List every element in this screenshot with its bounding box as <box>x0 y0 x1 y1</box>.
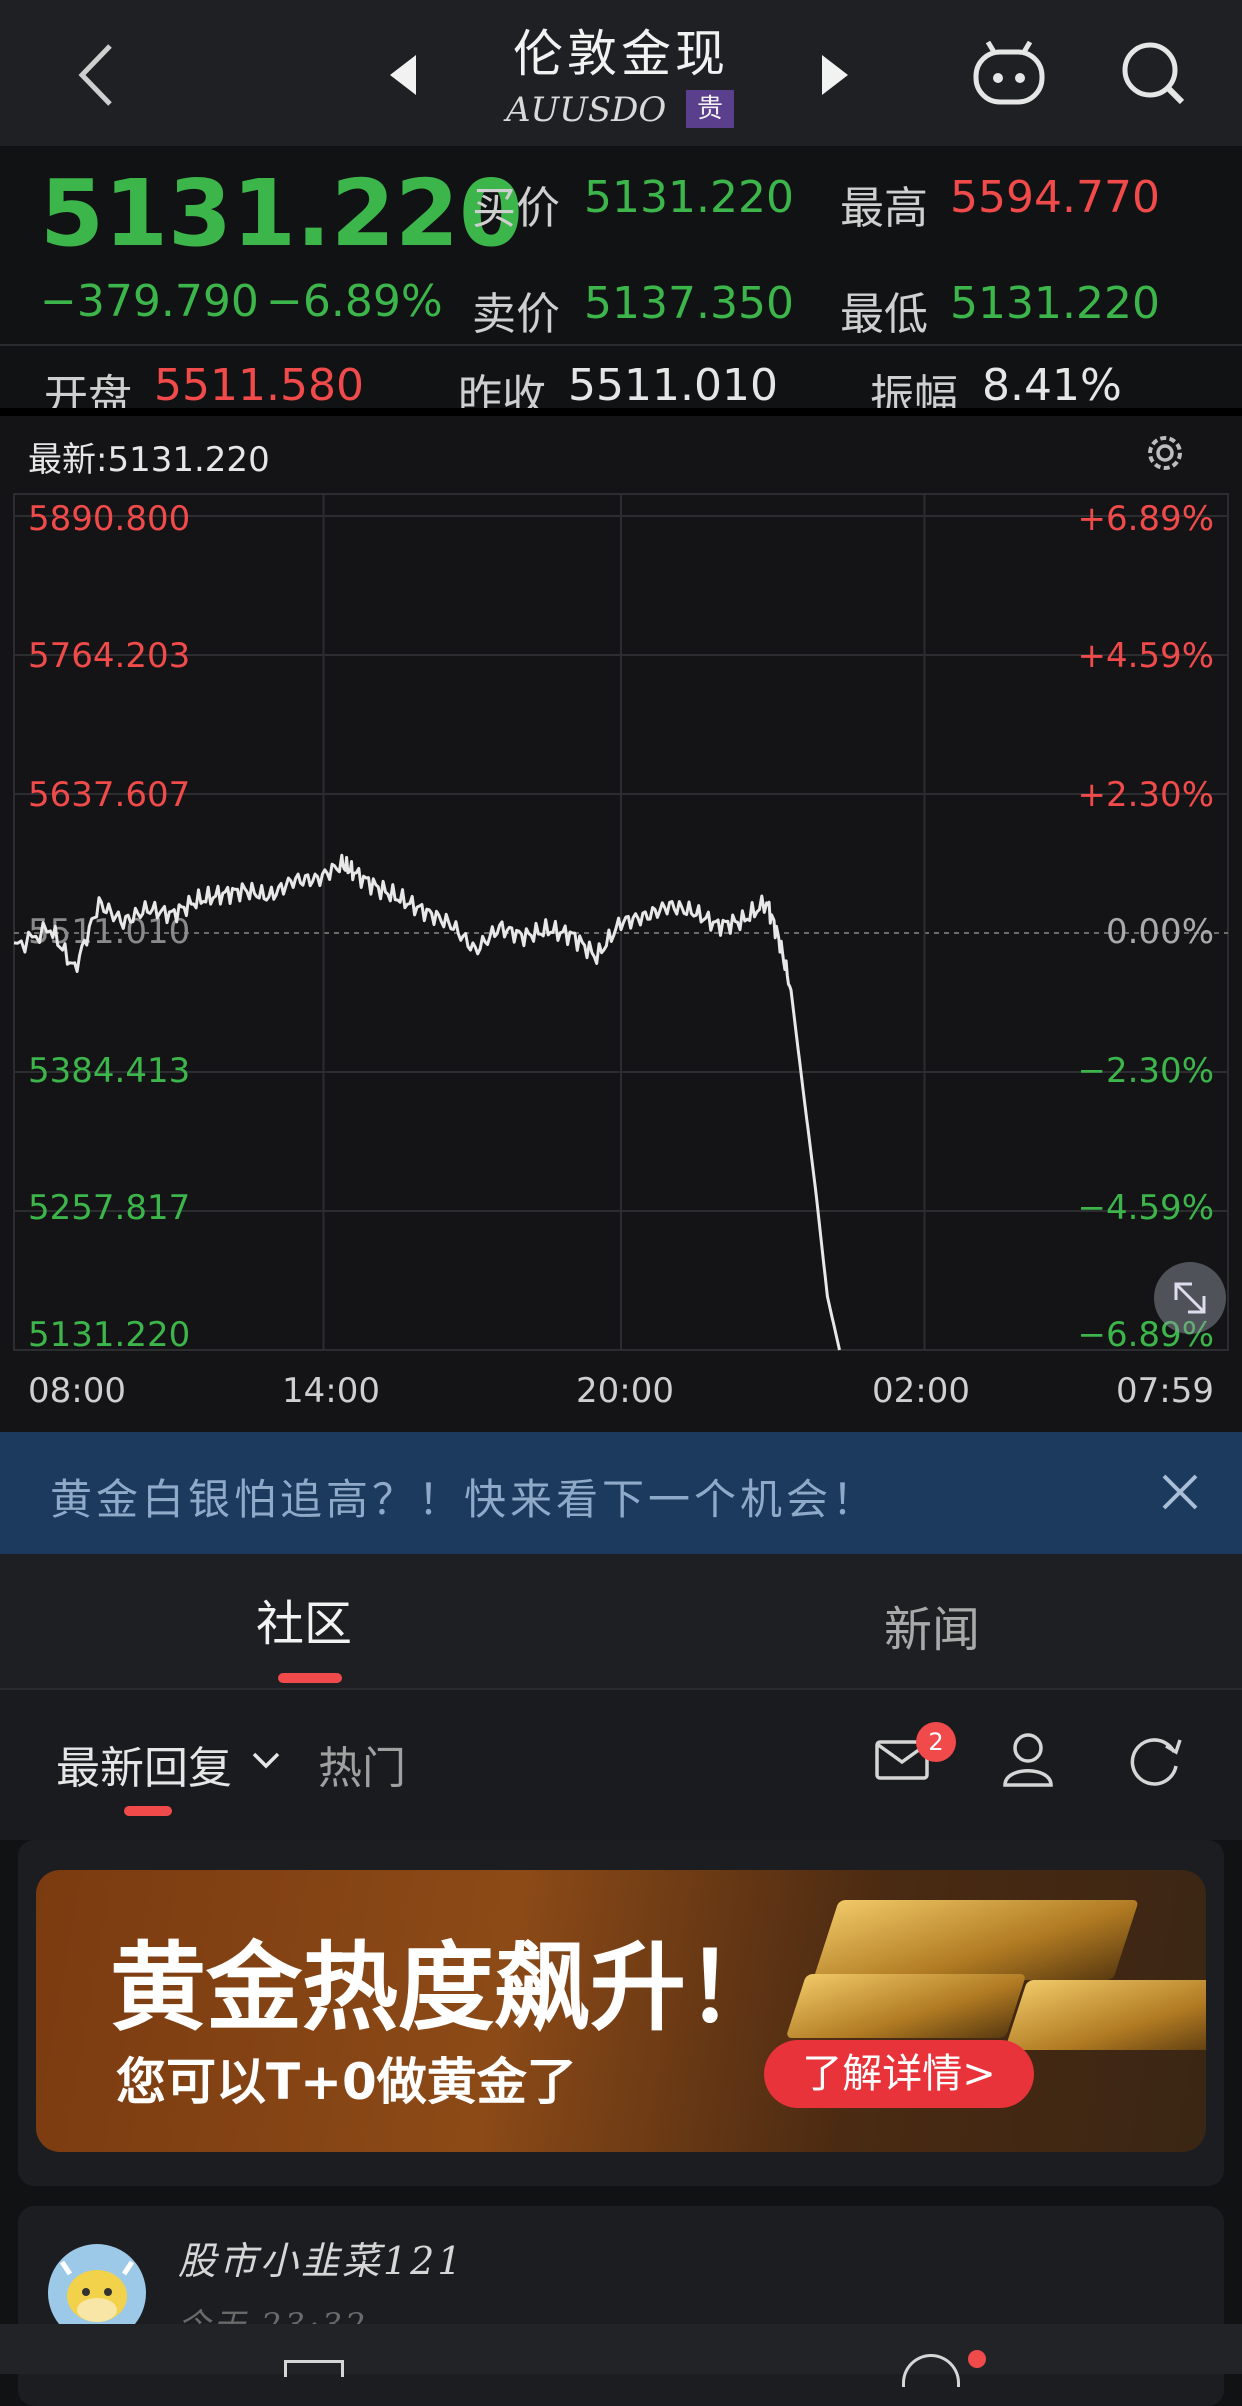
mail-count-badge: 2 <box>916 1722 956 1762</box>
high-label: 最高 <box>840 183 928 234</box>
gold-bar-illustration <box>1004 1980 1206 2050</box>
tab-news[interactable]: 新闻 <box>884 1590 980 1660</box>
filter-hot[interactable]: 热门 <box>318 1732 406 1796</box>
category-badge: 贵 <box>686 90 734 128</box>
robot-assistant-icon[interactable] <box>970 38 1050 108</box>
low-label: 最低 <box>840 289 928 340</box>
expand-icon <box>1174 1282 1206 1314</box>
filter-latest-reply[interactable]: 最新回复 <box>56 1732 232 1796</box>
active-tab-indicator <box>278 1673 342 1683</box>
x-tick-label: 20:00 <box>576 1371 674 1411</box>
x-tick-label: 08:00 <box>28 1371 126 1411</box>
user-icon[interactable] <box>1000 1730 1056 1788</box>
bid-value: 5131.220 <box>584 172 794 223</box>
y-tick-label-left: 5890.800 <box>28 499 190 539</box>
gold-bar-illustration <box>813 1900 1139 1980</box>
x-tick-label: 02:00 <box>872 1371 970 1411</box>
intraday-line-chart[interactable]: 5890.8005764.2035637.6075511.0105384.413… <box>0 408 1242 1433</box>
ask-value: 5137.350 <box>584 278 794 329</box>
bottom-navigation <box>0 2324 1242 2374</box>
page-title: 伦敦金现 <box>513 25 729 83</box>
y-tick-label-right: +6.89% <box>1078 499 1215 539</box>
y-tick-label-left: 5257.817 <box>28 1188 190 1228</box>
y-tick-label-right: −2.30% <box>1078 1051 1215 1091</box>
price-change-percent: −6.89% <box>266 276 443 327</box>
tab-community[interactable]: 社区 <box>256 1584 352 1654</box>
low-value: 5131.220 <box>950 278 1160 329</box>
y-tick-label-left: 5764.203 <box>28 636 190 676</box>
bid-label: 买价 <box>472 183 560 234</box>
y-tick-label-left: 5384.413 <box>28 1051 190 1091</box>
prev-close-value: 5511.010 <box>568 360 778 411</box>
last-price: 5131.220 <box>40 160 524 267</box>
amplitude-value: 8.41% <box>982 360 1122 411</box>
nav-home-icon[interactable] <box>284 2360 344 2377</box>
price-change: −379.790 <box>40 276 259 327</box>
nav-notification-dot <box>968 2350 986 2368</box>
refresh-icon[interactable] <box>1126 1732 1186 1788</box>
banner-text[interactable]: 黄金白银怕追高？！快来看下一个机会！ <box>50 1466 878 1527</box>
y-tick-label-left: 5637.607 <box>28 775 190 815</box>
close-icon[interactable] <box>1160 1472 1200 1512</box>
divider <box>0 344 1242 346</box>
y-tick-label-left: 5131.220 <box>28 1315 190 1355</box>
open-value: 5511.580 <box>154 360 364 411</box>
active-filter-indicator <box>124 1806 172 1816</box>
content-tabs <box>0 1554 1242 1690</box>
post-author[interactable]: 股市小韭菜121 <box>178 2230 465 2285</box>
x-tick-label: 07:59 <box>1116 1371 1214 1411</box>
symbol-code: AUUSDO <box>506 90 667 130</box>
x-tick-label: 14:00 <box>282 1371 380 1411</box>
y-tick-label-right: −4.59% <box>1078 1188 1215 1228</box>
ask-label: 卖价 <box>472 289 560 340</box>
high-value: 5594.770 <box>950 172 1160 223</box>
next-symbol-icon[interactable] <box>822 55 848 95</box>
search-icon[interactable] <box>1118 38 1188 108</box>
promo-headline: 黄金热度飙升！ <box>110 1932 782 2044</box>
gold-bar-illustration <box>785 1974 1027 2038</box>
y-tick-label-right: +4.59% <box>1078 636 1215 676</box>
y-tick-label-right: 0.00% <box>1106 912 1214 952</box>
fullscreen-toggle[interactable] <box>1154 1262 1226 1334</box>
y-tick-label-right: +2.30% <box>1078 775 1215 815</box>
chevron-down-icon[interactable] <box>250 1748 282 1772</box>
promo-subline: 您可以T+0做黄金了 <box>116 2053 577 2111</box>
learn-more-button[interactable]: 了解详情> <box>764 2040 1034 2108</box>
